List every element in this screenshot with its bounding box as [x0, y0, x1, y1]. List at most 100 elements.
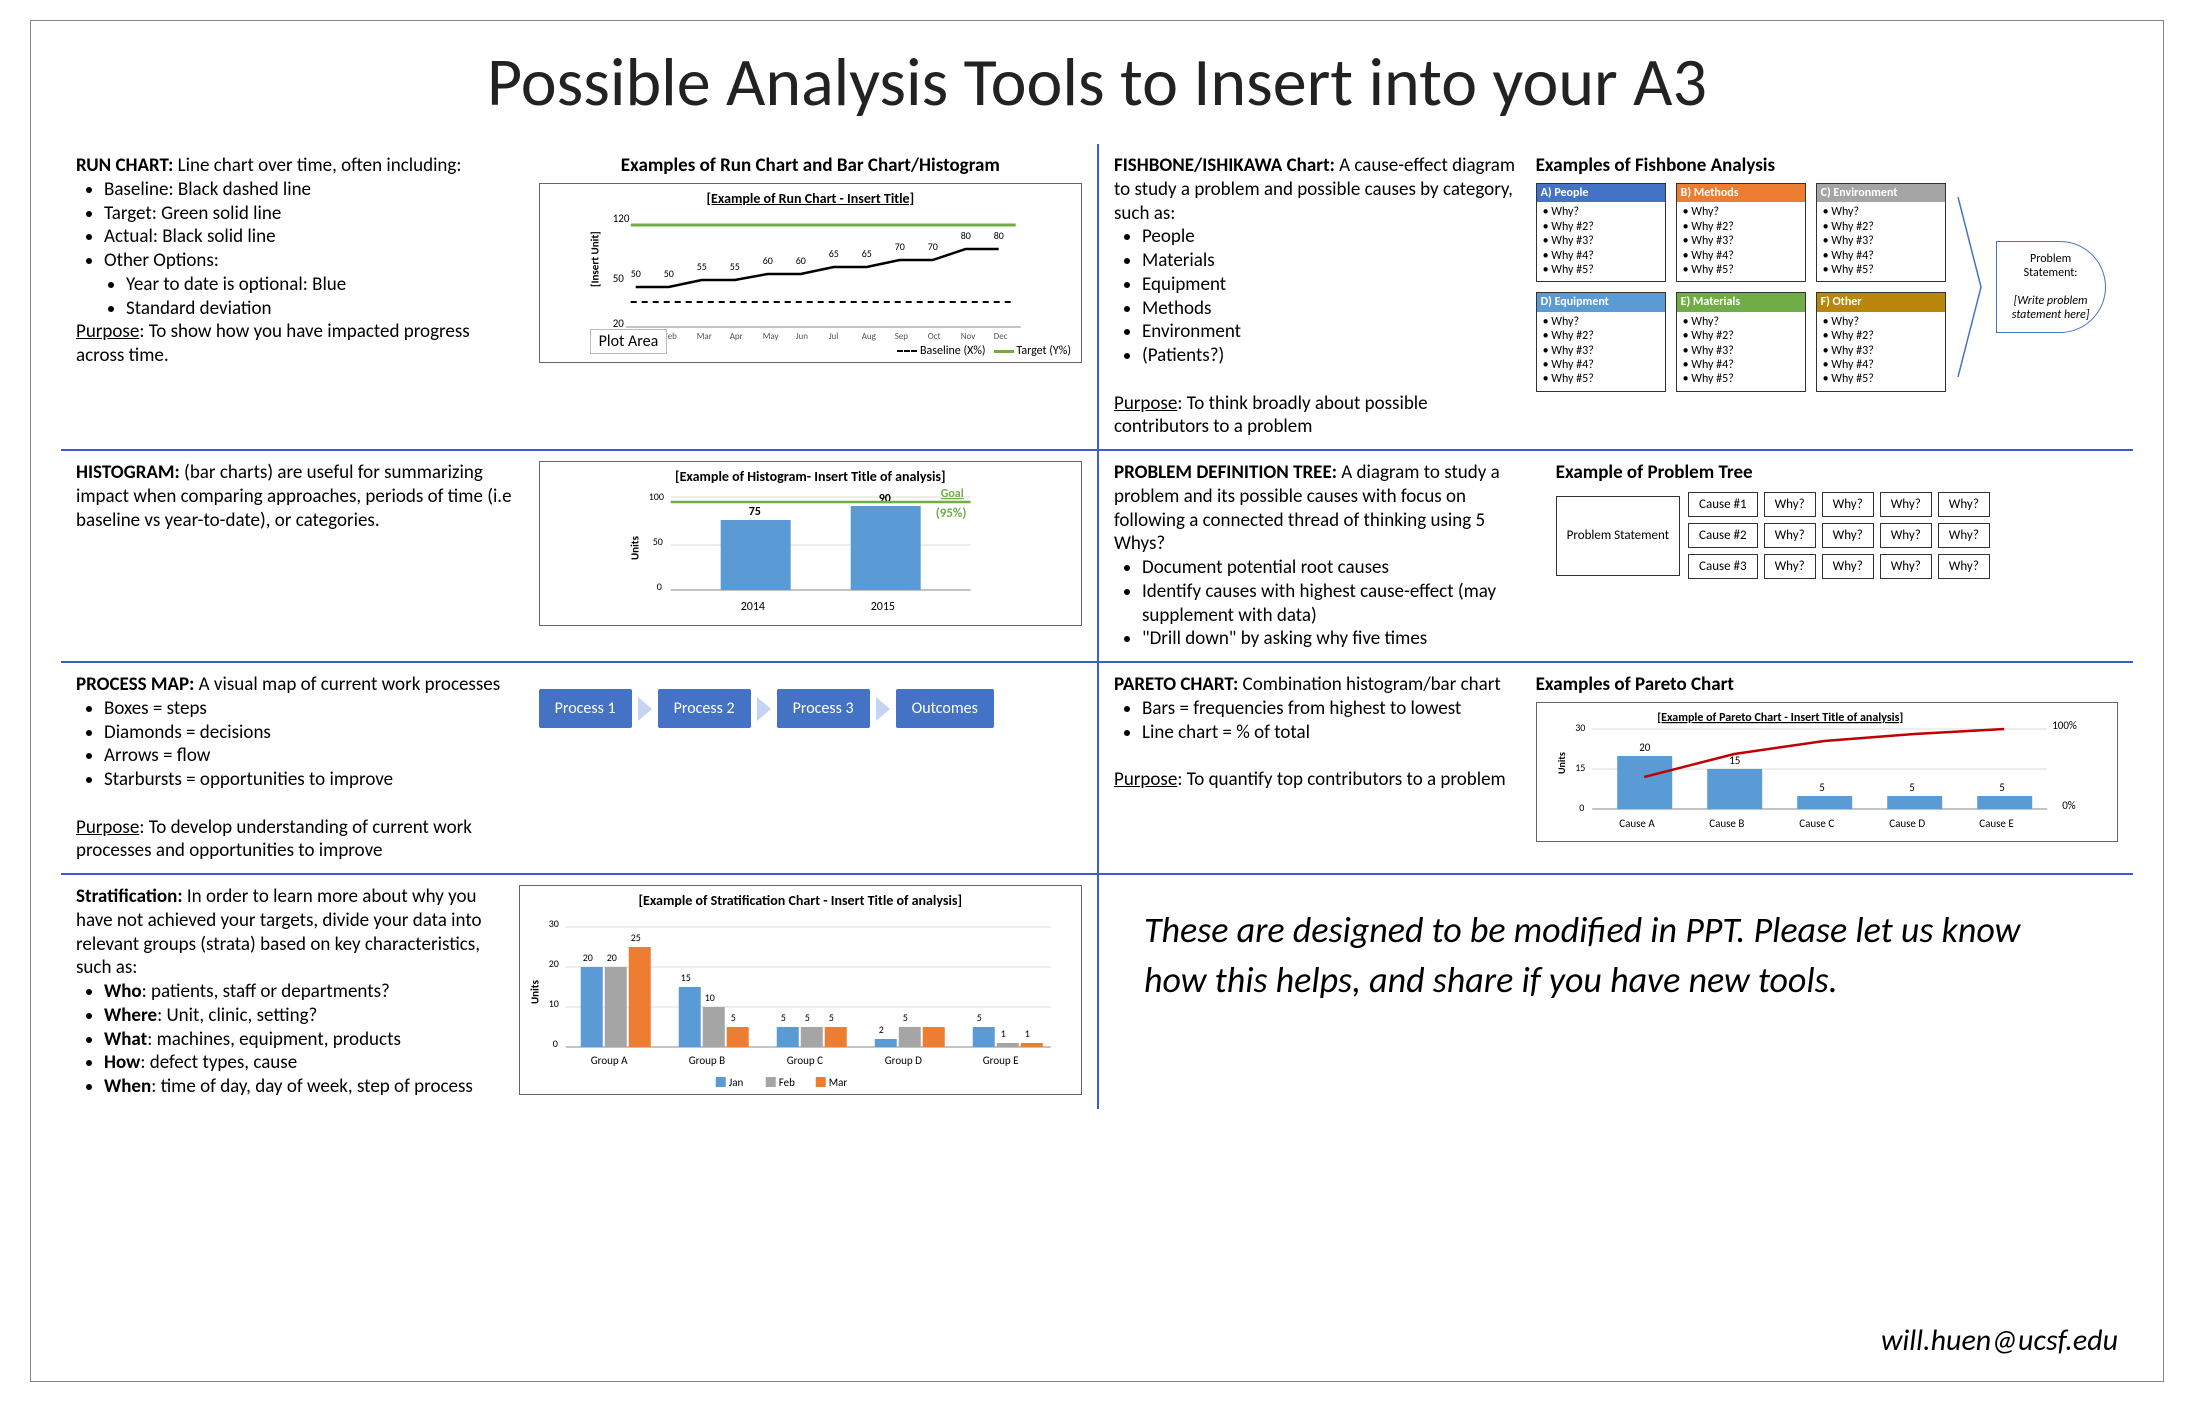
svg-text:55: 55 — [729, 260, 739, 273]
grid: RUN CHART: Line chart over time, often i… — [61, 144, 2133, 1109]
svg-text:2015: 2015 — [870, 600, 894, 614]
svg-text:Group D: Group D — [884, 1054, 921, 1067]
fishbone-graphic: Examples of Fishbone Analysis A) People•… — [1536, 154, 2118, 439]
svg-text:65: 65 — [828, 247, 838, 260]
svg-text:[Insert Unit]: [Insert Unit] — [588, 231, 601, 287]
process-map-text: PROCESS MAP: A visual map of current wor… — [76, 673, 519, 863]
svg-text:1: 1 — [1024, 1027, 1029, 1040]
svg-text:Jul: Jul — [828, 331, 838, 342]
fish-other: F) Other• Why?• Why #2?• Why #3?• Why #4… — [1816, 292, 1946, 391]
svg-text:Cause A: Cause A — [1619, 817, 1655, 830]
svg-text:Apr: Apr — [729, 331, 742, 342]
svg-text:Group C: Group C — [786, 1054, 822, 1067]
svg-text:30: 30 — [548, 917, 558, 930]
svg-text:30: 30 — [1575, 721, 1585, 734]
arrow-icon — [757, 697, 771, 721]
svg-text:Cause B: Cause B — [1709, 817, 1744, 830]
svg-text:90: 90 — [878, 492, 890, 506]
svg-text:100: 100 — [648, 490, 663, 503]
svg-text:1: 1 — [1000, 1027, 1005, 1040]
svg-text:Cause C: Cause C — [1799, 817, 1834, 830]
fish-arrow-icon — [1956, 187, 1986, 387]
svg-text:0: 0 — [656, 580, 661, 593]
svg-text:15: 15 — [1575, 761, 1585, 774]
svg-text:Oct: Oct — [927, 331, 940, 342]
problem-tree-graphic: Example of Problem Tree Problem Statemen… — [1556, 461, 2118, 651]
histogram-text: HISTOGRAM: (bar charts) are useful for s… — [76, 461, 519, 651]
svg-text:[Example of Pareto Chart - Ins: [Example of Pareto Chart - Insert Title … — [1657, 711, 1903, 725]
svg-text:Group A: Group A — [590, 1054, 627, 1067]
svg-text:120: 120 — [612, 212, 629, 225]
svg-text:50: 50 — [652, 535, 662, 548]
svg-text:80: 80 — [993, 229, 1003, 242]
fish-methods: B) Methods• Why?• Why #2?• Why #3?• Why … — [1676, 183, 1806, 282]
svg-text:20: 20 — [606, 951, 616, 964]
fish-equipment: D) Equipment• Why?• Why #2?• Why #3?• Wh… — [1536, 292, 1666, 391]
svg-text:15: 15 — [680, 971, 690, 984]
arrow-icon — [876, 697, 890, 721]
svg-text:Cause E: Cause E — [1979, 817, 2014, 830]
svg-text:Aug: Aug — [861, 331, 876, 342]
pareto-graphic: Examples of Pareto Chart [Example of Par… — [1536, 673, 2118, 863]
page-title: Possible Analysis Tools to Insert into y… — [61, 41, 2133, 124]
plot-area-tooltip: Plot Area — [590, 329, 668, 354]
fishbone-text: FISHBONE/ISHIKAWA Chart: A cause-effect … — [1114, 154, 1516, 439]
svg-text:5: 5 — [902, 1011, 907, 1024]
run-chart-name: RUN CHART: — [76, 154, 173, 177]
stratification-graphic: [Example of Stratification Chart - Inser… — [519, 885, 1082, 1099]
svg-text:50: 50 — [630, 267, 640, 280]
cell-stratification: Stratification: In order to learn more a… — [61, 875, 1097, 1109]
svg-text:50: 50 — [612, 272, 624, 285]
svg-text:Dec: Dec — [993, 331, 1007, 342]
svg-text:May: May — [762, 331, 779, 342]
message-text: These are designed to be modified in PPT… — [1114, 885, 2118, 1099]
svg-text:20: 20 — [548, 957, 558, 970]
cell-message: These are designed to be modified in PPT… — [1097, 875, 2133, 1109]
svg-text:Units: Units — [528, 979, 541, 1004]
svg-text:(95%): (95%) — [935, 506, 966, 521]
run-chart: [Example of Run Chart - Insert Title] [I… — [539, 183, 1082, 363]
svg-text:25: 25 — [630, 931, 640, 944]
svg-text:Nov: Nov — [960, 331, 975, 342]
svg-text:Jun: Jun — [795, 331, 808, 342]
svg-text:55: 55 — [696, 260, 706, 273]
svg-text:5: 5 — [828, 1011, 833, 1024]
svg-text:65: 65 — [861, 247, 871, 260]
svg-text:Group B: Group B — [688, 1054, 724, 1067]
pareto-text: PARETO CHART: Combination histogram/bar … — [1114, 673, 1516, 863]
histogram-chart: [Example of Histogram- Insert Title of a… — [539, 461, 1082, 626]
svg-text:20: 20 — [1639, 741, 1651, 754]
proc-outcomes: Outcomes — [896, 689, 994, 728]
svg-text:Jan: Jan — [728, 1076, 743, 1089]
arrow-icon — [638, 697, 652, 721]
svg-text:20: 20 — [582, 951, 592, 964]
proc-2: Process 2 — [658, 689, 751, 728]
slide: Possible Analysis Tools to Insert into y… — [30, 20, 2164, 1382]
svg-text:Units: Units — [1555, 752, 1568, 774]
svg-text:10: 10 — [704, 991, 714, 1004]
problem-tree-text: PROBLEM DEFINITION TREE: A diagram to st… — [1114, 461, 1536, 651]
svg-text:5: 5 — [976, 1011, 981, 1024]
svg-text:Mar: Mar — [828, 1076, 847, 1089]
svg-text:70: 70 — [927, 240, 937, 253]
proc-3: Process 3 — [777, 689, 870, 728]
svg-text:Group E: Group E — [982, 1054, 1018, 1067]
svg-text:0: 0 — [1579, 801, 1584, 814]
histogram-graphic: [Example of Histogram- Insert Title of a… — [539, 461, 1082, 651]
svg-text:75: 75 — [748, 505, 760, 519]
svg-text:5: 5 — [1819, 781, 1825, 794]
svg-text:Sep: Sep — [894, 331, 908, 342]
cell-process-map: PROCESS MAP: A visual map of current wor… — [61, 663, 1097, 875]
svg-text:60: 60 — [762, 254, 772, 267]
contact-email: will.huen@ucsf.edu — [1881, 1322, 2118, 1359]
process-map-graphic: Process 1 Process 2 Process 3 Outcomes — [539, 673, 1082, 863]
svg-text:2: 2 — [878, 1023, 883, 1036]
fish-people: A) People• Why?• Why #2?• Why #3?• Why #… — [1536, 183, 1666, 282]
svg-text:5: 5 — [730, 1011, 735, 1024]
svg-text:5: 5 — [1909, 781, 1915, 794]
svg-text:70: 70 — [894, 240, 904, 253]
svg-text:0: 0 — [552, 1037, 557, 1050]
fish-materials: E) Materials• Why?• Why #2?• Why #3?• Wh… — [1676, 292, 1806, 391]
svg-text:Cause D: Cause D — [1889, 817, 1925, 830]
pareto-chart: [Example of Pareto Chart - Insert Title … — [1536, 702, 2118, 842]
